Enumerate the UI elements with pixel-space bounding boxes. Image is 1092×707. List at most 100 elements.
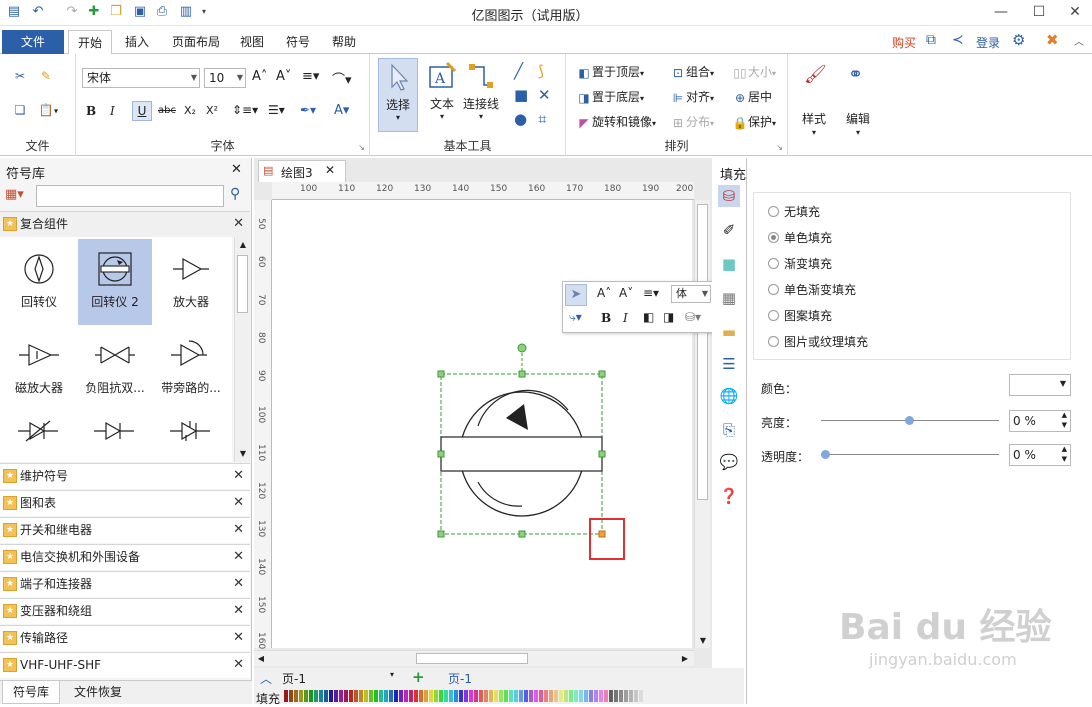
maximize-icon[interactable]: ☐ [1028, 2, 1050, 22]
category-close-icon[interactable]: ✕ [233, 545, 244, 569]
color-picker[interactable]: ▼ [1009, 374, 1071, 396]
diode-variable-shape-icon[interactable] [16, 417, 60, 445]
align-icon[interactable]: ≡▾ [302, 69, 319, 84]
palette-swatch[interactable] [449, 690, 453, 702]
category-transformers[interactable]: ★ 变压器和绕组 ✕ [0, 598, 250, 624]
transparency-slider[interactable] [821, 454, 999, 455]
style-button[interactable]: 样式 [802, 110, 826, 127]
mini-bold-icon[interactable]: B [601, 311, 611, 325]
settings-gear-icon[interactable]: ⚙ [1012, 31, 1025, 49]
palette-swatch[interactable] [344, 690, 348, 702]
palette-swatch[interactable] [329, 690, 333, 702]
fill-option-none[interactable]: 无填充 [768, 203, 820, 220]
palette-swatch[interactable] [299, 690, 303, 702]
palette-swatch[interactable] [334, 690, 338, 702]
palette-swatch[interactable] [364, 690, 368, 702]
palette-swatch[interactable] [409, 690, 413, 702]
search-icon[interactable]: ⚲ [230, 186, 240, 202]
palette-swatch[interactable] [544, 690, 548, 702]
fill-option-pattern[interactable]: 图案填充 [768, 307, 832, 324]
send-back-button[interactable]: ◨ 置于底层▾ [576, 88, 644, 106]
palette-swatch[interactable] [609, 690, 613, 702]
palette-swatch[interactable] [594, 690, 598, 702]
palette-swatch[interactable] [519, 690, 523, 702]
tab-symbol[interactable]: 符号 [280, 30, 316, 54]
font-size-select[interactable]: 10 ▼ [204, 68, 246, 88]
font-dialog-launcher-icon[interactable]: ↘ [358, 143, 365, 152]
palette-swatch[interactable] [489, 690, 493, 702]
ellipse-tool-icon[interactable]: ● [514, 110, 527, 128]
category-telecom[interactable]: ★ 电信交换机和外围设备 ✕ [0, 544, 250, 570]
palette-swatch[interactable] [619, 690, 623, 702]
style-icon[interactable]: 🖌 [804, 64, 827, 85]
layer-tab-icon[interactable]: ▬ [718, 321, 740, 343]
image-tab-icon[interactable]: ▦ [718, 287, 740, 309]
underline-icon[interactable]: U [132, 101, 152, 121]
help-tab-icon[interactable]: ❓ [718, 485, 740, 507]
document-tab[interactable]: ▤ 绘图3 ✕ [258, 160, 346, 182]
edit-dropdown-icon[interactable]: ▾ [856, 128, 860, 137]
symbol-panel-close-icon[interactable]: ✕ [231, 162, 242, 177]
palette-swatch[interactable] [354, 690, 358, 702]
grow-font-icon[interactable]: A˄ [252, 69, 267, 84]
palette-swatch[interactable] [304, 690, 308, 702]
gyroscope-2-on-canvas[interactable] [272, 200, 692, 648]
palette-swatch[interactable] [369, 690, 373, 702]
palette-swatch[interactable] [559, 690, 563, 702]
share-icon[interactable]: ≺ [952, 32, 964, 48]
shape-magnetic-amplifier[interactable]: 磁放大器 [2, 325, 76, 411]
crossing-tool-icon[interactable]: ✕ [538, 86, 551, 104]
transparency-input[interactable]: 0 % ▲ ▼ [1009, 444, 1071, 466]
palette-swatch[interactable] [294, 690, 298, 702]
palette-swatch[interactable] [614, 690, 618, 702]
tab-symbol-library[interactable]: 符号库 [2, 681, 60, 704]
category-close-icon[interactable]: ✕ [233, 212, 244, 236]
palette-swatch[interactable] [484, 690, 488, 702]
palette-swatch[interactable] [574, 690, 578, 702]
palette-swatch[interactable] [319, 690, 323, 702]
palette-swatch[interactable] [359, 690, 363, 702]
palette-swatch[interactable] [324, 690, 328, 702]
palette-swatch[interactable] [599, 690, 603, 702]
palette-swatch[interactable] [549, 690, 553, 702]
tab-file[interactable]: 文件 [2, 30, 64, 54]
palette-swatch[interactable] [284, 690, 288, 702]
minimize-icon[interactable]: — [990, 2, 1012, 22]
add-page-icon[interactable]: + [412, 668, 425, 686]
mini-shrink-font-icon[interactable]: A˅ [619, 286, 633, 300]
palette-swatch[interactable] [479, 690, 483, 702]
shape-with-bypass[interactable]: 带旁路的... [154, 325, 228, 411]
text-tool-button[interactable]: A 文本 ▾ [422, 58, 462, 132]
mini-align-icon[interactable]: ≡▾ [643, 286, 659, 300]
transparency-slider-thumb[interactable] [821, 450, 830, 459]
palette-swatch[interactable] [394, 690, 398, 702]
palette-swatch[interactable] [404, 690, 408, 702]
curve-tool-icon[interactable]: ⟆ [538, 62, 544, 80]
palette-swatch[interactable] [459, 690, 463, 702]
collapse-ribbon-icon[interactable]: ︿ [1074, 33, 1084, 48]
category-close-icon[interactable]: ✕ [233, 491, 244, 515]
shape-amplifier[interactable]: 放大器 [154, 239, 228, 325]
shape-grid-scrollbar[interactable]: ▲ ▼ [234, 237, 250, 462]
palette-swatch[interactable] [309, 690, 313, 702]
page-up-icon[interactable]: ︿ [260, 670, 272, 687]
category-terminals[interactable]: ★ 端子和连接器 ✕ [0, 571, 250, 597]
bullets-icon[interactable]: ☰▾ [268, 103, 285, 117]
canvas-horizontal-scrollbar[interactable]: ◀ ▶ [254, 650, 694, 666]
line-tool-icon[interactable]: ╱ [514, 62, 523, 80]
palette-swatch[interactable] [539, 690, 543, 702]
tab-file-recovery[interactable]: 文件恢复 [66, 681, 130, 704]
fill-option-solid-gradient[interactable]: 单色渐变填充 [768, 281, 856, 298]
distribute-button[interactable]: ⊞ 分布▾ [670, 113, 714, 131]
palette-swatch[interactable] [504, 690, 508, 702]
rectangle-tool-icon[interactable]: ■ [514, 86, 528, 104]
fill-option-solid[interactable]: 单色填充 [768, 229, 832, 246]
shadow-tab-icon[interactable]: ■ [718, 253, 740, 275]
diode-shape-icon[interactable] [92, 417, 136, 445]
category-charts[interactable]: ★ 图和表 ✕ [0, 490, 250, 516]
palette-swatch[interactable] [339, 690, 343, 702]
tab-insert[interactable]: 插入 [118, 30, 156, 54]
font-name-select[interactable]: 宋体 ▼ [82, 68, 200, 88]
center-button[interactable]: ⊕ 居中 [732, 88, 772, 106]
strikethrough-icon[interactable]: abc [158, 105, 176, 116]
